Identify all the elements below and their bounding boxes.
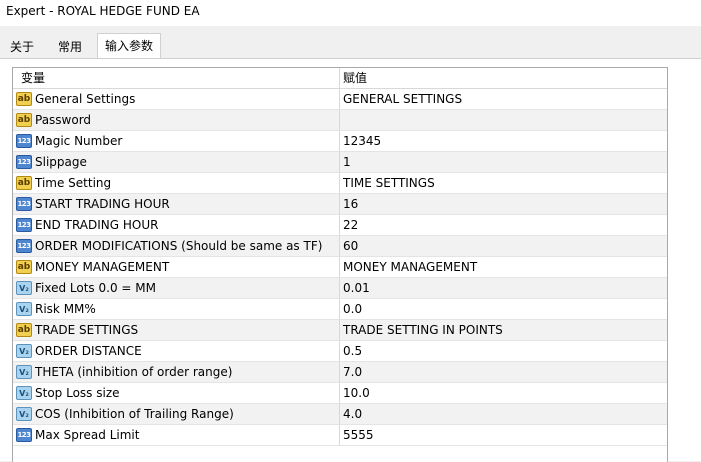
table-row[interactable]: ab Time Setting TIME SETTINGS	[13, 173, 667, 194]
value-cell[interactable]: MONEY MANAGEMENT	[340, 257, 667, 277]
variable-cell[interactable]: 123 END TRADING HOUR	[13, 215, 340, 235]
variable-name: Slippage	[35, 155, 87, 169]
variable-name: ORDER MODIFICATIONS (Should be same as T…	[35, 239, 323, 253]
window-title: Expert - ROYAL HEDGE FUND EA	[6, 4, 200, 18]
variable-name: START TRADING HOUR	[35, 197, 170, 211]
table-row[interactable]: 123 START TRADING HOUR 16	[13, 194, 667, 215]
string-type-icon: ab	[16, 113, 32, 127]
tab-common[interactable]: 常用	[48, 36, 92, 58]
variable-name: THETA (inhibition of order range)	[35, 365, 233, 379]
tab-about[interactable]: 关于	[2, 36, 42, 58]
variable-cell[interactable]: ab General Settings	[13, 89, 340, 109]
integer-type-icon: 123	[16, 428, 32, 442]
value-cell[interactable]: 0.0	[340, 299, 667, 319]
double-type-icon: V₂	[16, 365, 32, 379]
variable-name: END TRADING HOUR	[35, 218, 159, 232]
inputs-panel: 变量 赋值 ab General Settings GENERAL SETTINGS…	[0, 58, 701, 462]
string-type-icon: ab	[16, 92, 32, 106]
table-row[interactable]: ab TRADE SETTINGS TRADE SETTING IN POINTS	[13, 320, 667, 341]
variable-name: Stop Loss size	[35, 386, 120, 400]
table-row[interactable]: V₂ COS (Inhibition of Trailing Range) 4.0	[13, 404, 667, 425]
double-type-icon: V₂	[16, 407, 32, 421]
double-type-icon: V₂	[16, 386, 32, 400]
integer-type-icon: 123	[16, 155, 32, 169]
table-row[interactable]: 123 END TRADING HOUR 22	[13, 215, 667, 236]
variable-name: Time Setting	[35, 176, 112, 190]
header-value[interactable]: 赋值	[340, 68, 667, 88]
variable-cell[interactable]: V₂ THETA (inhibition of order range)	[13, 362, 340, 382]
variable-cell[interactable]: ab MONEY MANAGEMENT	[13, 257, 340, 277]
variable-cell[interactable]: ab Password	[13, 110, 340, 130]
integer-type-icon: 123	[16, 218, 32, 232]
table-row[interactable]: 123 Magic Number 12345	[13, 131, 667, 152]
table-row[interactable]: V₂ THETA (inhibition of order range) 7.0	[13, 362, 667, 383]
variable-cell[interactable]: 123 ORDER MODIFICATIONS (Should be same a…	[13, 236, 340, 256]
string-type-icon: ab	[16, 260, 32, 274]
variable-cell[interactable]: 123 Magic Number	[13, 131, 340, 151]
variable-name: General Settings	[35, 92, 136, 106]
value-cell[interactable]: GENERAL SETTINGS	[340, 89, 667, 109]
integer-type-icon: 123	[16, 134, 32, 148]
value-cell[interactable]	[340, 110, 667, 130]
variable-name: Password	[35, 113, 92, 127]
title-bar: Expert - ROYAL HEDGE FUND EA	[0, 0, 701, 26]
double-type-icon: V₂	[16, 344, 32, 358]
variable-name: MONEY MANAGEMENT	[35, 260, 170, 274]
string-type-icon: ab	[16, 176, 32, 190]
variable-name: TRADE SETTINGS	[35, 323, 139, 337]
double-type-icon: V₂	[16, 302, 32, 316]
variable-name: Magic Number	[35, 134, 123, 148]
value-cell[interactable]: 12345	[340, 131, 667, 151]
value-cell[interactable]: 1	[340, 152, 667, 172]
table-row[interactable]: 123 Max Spread Limit 5555	[13, 425, 667, 446]
variable-cell[interactable]: V₂ COS (Inhibition of Trailing Range)	[13, 404, 340, 424]
value-cell[interactable]: TRADE SETTING IN POINTS	[340, 320, 667, 340]
variable-cell[interactable]: 123 START TRADING HOUR	[13, 194, 340, 214]
variable-name: Max Spread Limit	[35, 428, 140, 442]
table-row[interactable]: ab MONEY MANAGEMENT MONEY MANAGEMENT	[13, 257, 667, 278]
variable-cell[interactable]: ab TRADE SETTINGS	[13, 320, 340, 340]
value-cell[interactable]: 10.0	[340, 383, 667, 403]
value-cell[interactable]: 5555	[340, 425, 667, 445]
value-cell[interactable]: 0.5	[340, 341, 667, 361]
table-row[interactable]: V₂ Risk MM% 0.0	[13, 299, 667, 320]
table-row[interactable]: ab Password	[13, 110, 667, 131]
value-cell[interactable]: TIME SETTINGS	[340, 173, 667, 193]
grid-header: 变量 赋值	[13, 68, 667, 89]
variable-name: Risk MM%	[35, 302, 96, 316]
variable-name: Fixed Lots 0.0 = MM	[35, 281, 156, 295]
variable-name: COS (Inhibition of Trailing Range)	[35, 407, 234, 421]
variable-cell[interactable]: ab Time Setting	[13, 173, 340, 193]
variable-cell[interactable]: V₂ ORDER DISTANCE	[13, 341, 340, 361]
value-cell[interactable]: 0.01	[340, 278, 667, 298]
variable-name: ORDER DISTANCE	[35, 344, 142, 358]
integer-type-icon: 123	[16, 197, 32, 211]
variable-cell[interactable]: V₂ Risk MM%	[13, 299, 340, 319]
integer-type-icon: 123	[16, 239, 32, 253]
table-row[interactable]: 123 Slippage 1	[13, 152, 667, 173]
value-cell[interactable]: 16	[340, 194, 667, 214]
tab-bar: 关于 常用 输入参数	[0, 26, 701, 59]
table-row[interactable]: V₂ Fixed Lots 0.0 = MM 0.01	[13, 278, 667, 299]
table-row[interactable]: 123 ORDER MODIFICATIONS (Should be same a…	[13, 236, 667, 257]
variable-cell[interactable]: 123 Max Spread Limit	[13, 425, 340, 445]
value-cell[interactable]: 22	[340, 215, 667, 235]
tab-inputs[interactable]: 输入参数	[97, 33, 161, 59]
table-row[interactable]: ab General Settings GENERAL SETTINGS	[13, 89, 667, 110]
variable-cell[interactable]: V₂ Fixed Lots 0.0 = MM	[13, 278, 340, 298]
parameters-grid: 变量 赋值 ab General Settings GENERAL SETTINGS…	[12, 67, 668, 462]
table-row[interactable]: V₂ ORDER DISTANCE 0.5	[13, 341, 667, 362]
variable-cell[interactable]: 123 Slippage	[13, 152, 340, 172]
string-type-icon: ab	[16, 323, 32, 337]
value-cell[interactable]: 60	[340, 236, 667, 256]
table-row[interactable]: V₂ Stop Loss size 10.0	[13, 383, 667, 404]
variable-cell[interactable]: V₂ Stop Loss size	[13, 383, 340, 403]
double-type-icon: V₂	[16, 281, 32, 295]
value-cell[interactable]: 7.0	[340, 362, 667, 382]
value-cell[interactable]: 4.0	[340, 404, 667, 424]
header-variable[interactable]: 变量	[13, 68, 340, 88]
